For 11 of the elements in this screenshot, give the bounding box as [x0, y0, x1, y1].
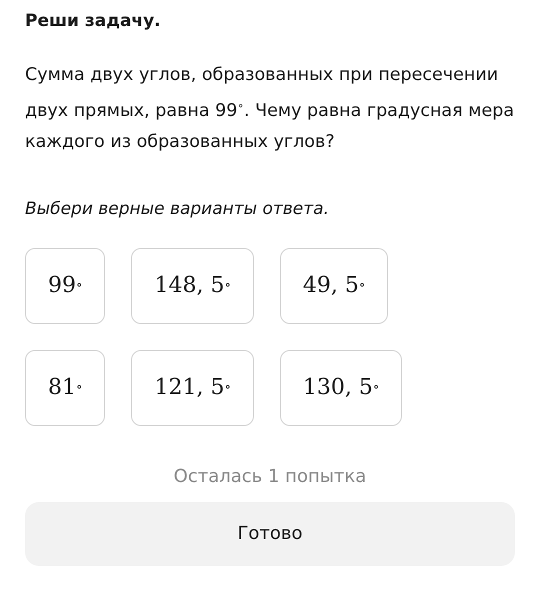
task-title: Реши задачу. — [25, 10, 162, 32]
answer-option[interactable]: 121, 5$^{∘}$ — [131, 350, 254, 426]
attempts-text: Осталась 1 попытка — [174, 466, 366, 488]
instruction-text: Выбери верные варианты ответа. — [25, 198, 330, 220]
answer-option[interactable]: 148, 5$^{∘}$ — [131, 248, 254, 324]
answer-option[interactable]: 130, 5$^{∘}$ — [280, 350, 402, 426]
answer-option[interactable]: 81$^{∘}$ — [25, 350, 106, 426]
problem-text: Сумма двух углов, образованных при пересечении двух прямых, равна 99$^{∘}$. Чему равна градусная мера каждого из образованных углов? — [25, 64, 515, 154]
submit-button[interactable]: Готово — [25, 502, 515, 566]
answer-option[interactable]: 49, 5$^{∘}$ — [280, 248, 388, 324]
answer-option[interactable]: 99$^{∘}$ — [25, 248, 106, 324]
